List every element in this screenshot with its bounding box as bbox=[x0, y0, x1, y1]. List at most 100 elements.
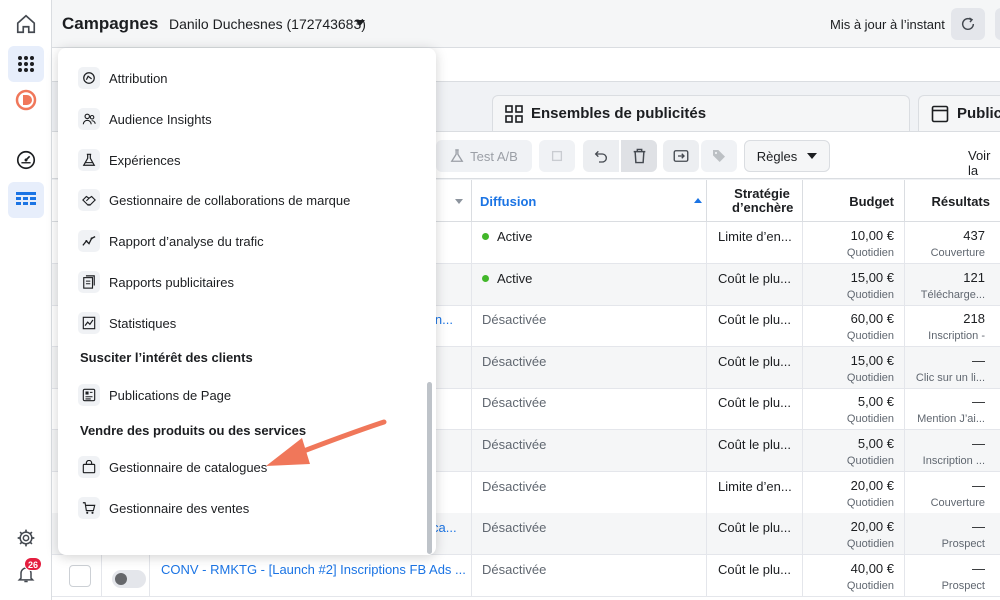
tab-ads[interactable]: Publici bbox=[918, 95, 1000, 131]
header-results[interactable]: Résultats bbox=[905, 180, 1000, 222]
menu-item-ad-reports[interactable]: Rapports publicitaires bbox=[78, 267, 234, 297]
home-button[interactable] bbox=[8, 6, 44, 42]
delivery-status: Désactivée bbox=[482, 479, 546, 494]
menu-item-label: Rapports publicitaires bbox=[109, 274, 235, 290]
header-budget[interactable]: Budget bbox=[803, 180, 905, 222]
results-type: Télécharge... bbox=[920, 288, 985, 301]
results-type: Couverture bbox=[930, 496, 985, 509]
account-selector[interactable]: Danilo Duchesnes (172743683) bbox=[169, 16, 366, 32]
rules-label: Règles bbox=[756, 148, 798, 164]
tab-ad-sets[interactable]: Ensembles de publicités bbox=[492, 95, 910, 131]
budget-cell: 15,00 € Quotidien bbox=[812, 270, 894, 301]
header-bid-strategy[interactable]: Stratégie d’enchère bbox=[707, 180, 803, 222]
chevron-down-icon bbox=[807, 153, 818, 159]
menu-item-experiences[interactable]: Expériences bbox=[78, 145, 181, 175]
rules-dropdown[interactable]: Règles bbox=[744, 140, 830, 172]
budget-value: 10,00 € bbox=[850, 228, 894, 243]
budget-period: Quotidien bbox=[846, 538, 894, 551]
results-cell: 121 Télécharge... bbox=[907, 270, 985, 301]
duplicate-button[interactable] bbox=[539, 140, 575, 172]
budget-period: Quotidien bbox=[846, 330, 894, 343]
header-diffusion[interactable]: Diffusion bbox=[472, 180, 707, 222]
menu-scrollbar[interactable] bbox=[427, 382, 432, 554]
budget-value: 60,00 € bbox=[850, 311, 894, 327]
delivery-status: Désactivée bbox=[482, 354, 546, 369]
handshake-icon bbox=[78, 189, 100, 211]
bid-strategy: Coût le plu... bbox=[718, 520, 791, 536]
export-icon bbox=[673, 150, 689, 162]
results-type: Couverture bbox=[930, 247, 985, 259]
row-checkbox[interactable] bbox=[69, 564, 91, 587]
account-logo-icon bbox=[15, 89, 37, 111]
menu-item-label: Gestionnaire des ventes bbox=[109, 500, 250, 516]
budget-cell: 10,00 € Quotidien bbox=[812, 228, 894, 259]
results-value: — bbox=[972, 519, 985, 535]
refresh-button[interactable] bbox=[951, 8, 985, 40]
menu-item-catalog-manager[interactable]: Gestionnaire de catalogues bbox=[78, 452, 267, 482]
bid-strategy: Coût le plu... bbox=[718, 561, 791, 577]
delivery-status: Désactivée bbox=[482, 437, 546, 452]
page-posts-icon bbox=[78, 384, 100, 406]
all-tools-button[interactable] bbox=[8, 46, 44, 82]
ab-test-label: Test A/B bbox=[470, 148, 518, 164]
results-value: — bbox=[972, 560, 985, 576]
menu-item-label: Statistiques bbox=[109, 315, 177, 331]
menu-item-label: Gestionnaire de catalogues bbox=[109, 459, 268, 475]
results-cell: — Mention J’ai... bbox=[907, 394, 985, 425]
tab-ads-label: Publici bbox=[957, 105, 1000, 122]
results-cell: 437 Couverture bbox=[907, 228, 985, 259]
account-overview-button[interactable] bbox=[8, 142, 44, 178]
delivery-status-text: Désactivée bbox=[482, 395, 547, 411]
delivery-status-text: Désactivée bbox=[482, 312, 547, 328]
duplicate-icon bbox=[551, 150, 563, 162]
results-cell: — Couverture bbox=[907, 478, 985, 509]
ab-test-button[interactable]: Test A/B bbox=[436, 140, 532, 172]
menu-item-commerce-manager[interactable]: Gestionnaire des ventes bbox=[78, 493, 249, 523]
budget-period: Quotidien bbox=[846, 371, 894, 384]
table-row[interactable]: CONV - RMKTG - [Launch #2] Inscriptions … bbox=[52, 554, 1000, 597]
catalog-bag-icon bbox=[78, 456, 100, 478]
budget-value: 15,00 € bbox=[850, 352, 894, 368]
view-setup-link[interactable]: Voir la bbox=[968, 148, 1000, 178]
budget-period: Quotidien bbox=[846, 247, 894, 259]
results-value: — bbox=[972, 394, 985, 410]
sort-caret-icon bbox=[455, 198, 463, 204]
export-button[interactable] bbox=[663, 140, 699, 172]
results-type: Prospect bbox=[941, 538, 985, 551]
results-type: Mention J’ai... bbox=[917, 413, 985, 426]
tag-icon bbox=[713, 150, 725, 162]
delete-button[interactable] bbox=[621, 140, 657, 172]
campaigns-button[interactable] bbox=[8, 182, 44, 218]
budget-period: Quotidien bbox=[846, 288, 894, 301]
delivery-status: Désactivée bbox=[482, 312, 546, 327]
budget-cell: 20,00 € Quotidien bbox=[812, 478, 894, 509]
campaign-toggle[interactable] bbox=[112, 569, 146, 588]
results-value: 437 bbox=[963, 228, 985, 243]
campaign-name-link[interactable]: CONV - RMKTG - [Launch #2] Inscriptions … bbox=[161, 562, 466, 577]
bid-strategy: Coût le plu... bbox=[718, 437, 791, 452]
tag-button[interactable] bbox=[701, 140, 737, 172]
results-value: — bbox=[972, 477, 985, 493]
results-cell: — Prospect bbox=[907, 519, 985, 550]
chevron-down-icon[interactable] bbox=[355, 20, 365, 26]
bid-strategy-header-label: Stratégie d’enchère bbox=[732, 186, 794, 215]
active-dot-icon bbox=[482, 274, 489, 282]
left-rail: 26 bbox=[0, 0, 52, 600]
budget-value: 40,00 € bbox=[850, 560, 894, 576]
bid-strategy: Limite d’en... bbox=[718, 229, 792, 244]
menu-item-traffic-report[interactable]: Rapport d’analyse du trafic bbox=[78, 226, 264, 256]
more-header-button[interactable] bbox=[995, 8, 1000, 40]
delivery-status: Désactivée bbox=[482, 562, 546, 577]
menu-item-statistics[interactable]: Statistiques bbox=[78, 308, 176, 338]
account-avatar-button[interactable] bbox=[8, 82, 44, 118]
menu-item-audience-insights[interactable]: Audience Insights bbox=[78, 104, 212, 134]
menu-item-label: Expériences bbox=[109, 152, 181, 168]
undo-button[interactable] bbox=[583, 140, 619, 172]
menu-item-attribution[interactable]: Attribution bbox=[78, 63, 168, 93]
menu-item-brand-collabs[interactable]: Gestionnaire de collaborations de marque bbox=[78, 185, 350, 215]
budget-cell: 60,00 € Quotidien bbox=[812, 311, 894, 342]
attribution-icon bbox=[78, 67, 100, 89]
budget-period: Quotidien bbox=[846, 496, 894, 509]
menu-item-page-posts[interactable]: Publications de Page bbox=[78, 380, 231, 410]
settings-button[interactable] bbox=[8, 520, 44, 556]
